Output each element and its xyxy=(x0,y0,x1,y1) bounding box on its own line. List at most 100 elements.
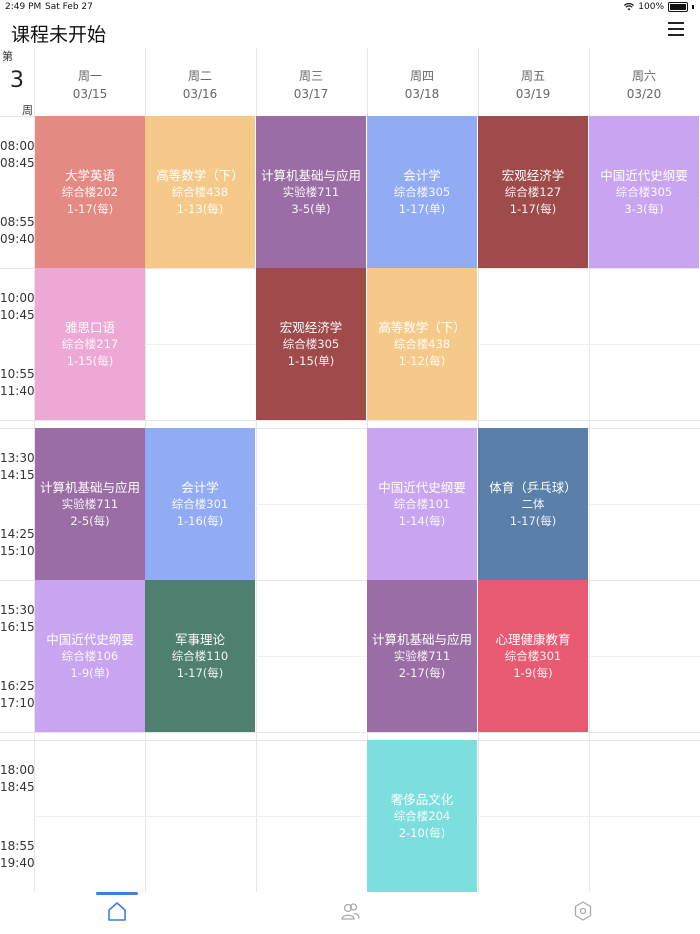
course-card[interactable]: 宏观经济学 综合楼305 1-15(单) xyxy=(256,268,366,420)
course-room: 综合楼204 xyxy=(393,808,451,823)
course-card[interactable]: 心理健康教育 综合楼301 1-9(每) xyxy=(478,580,588,732)
course-name: 计算机基础与应用 xyxy=(39,479,140,495)
week-indicator[interactable]: 第 3 周 xyxy=(0,48,34,117)
course-card[interactable]: 计算机基础与应用 实验楼711 3-5(单) xyxy=(256,116,366,268)
tab-people[interactable] xyxy=(338,900,362,922)
period-end: 17:10 xyxy=(0,696,35,710)
battery-icon xyxy=(668,2,688,12)
status-right: 100% xyxy=(624,2,694,12)
course-weeks: 1-17(单) xyxy=(398,201,446,216)
course-room: 实验楼711 xyxy=(393,648,451,663)
day-header[interactable]: 周六 03/20 xyxy=(589,48,699,116)
period-end: 16:15 xyxy=(0,620,35,634)
period-end: 14:15 xyxy=(0,468,35,482)
battery-tip xyxy=(692,5,694,9)
course-weeks: 2-10(每) xyxy=(398,825,446,840)
period-time: 16:25 17:10 xyxy=(0,678,35,712)
tab-settings[interactable] xyxy=(571,900,595,922)
day-date: 03/19 xyxy=(515,87,551,101)
day-date: 03/18 xyxy=(404,87,440,101)
course-card[interactable]: 高等数学（下） 综合楼438 1-12(每) xyxy=(367,268,477,420)
day-name: 周一 xyxy=(77,69,102,83)
day-header[interactable]: 周三 03/17 xyxy=(256,48,366,116)
course-weeks: 1-15(单) xyxy=(287,353,335,368)
course-weeks: 1-16(每) xyxy=(176,513,224,528)
course-room: 综合楼202 xyxy=(61,184,119,199)
course-card[interactable]: 中国近代史纲要 综合楼305 3-3(每) xyxy=(589,116,699,268)
course-name: 会计学 xyxy=(181,479,219,495)
period-start: 18:00 xyxy=(0,763,35,777)
course-room: 综合楼305 xyxy=(282,336,340,351)
course-room: 综合楼217 xyxy=(61,336,119,351)
period-start: 10:55 xyxy=(0,367,35,381)
course-name: 奢侈品文化 xyxy=(390,791,454,807)
course-room: 综合楼305 xyxy=(393,184,451,199)
day-name: 周六 xyxy=(631,69,656,83)
period-time: 08:55 09:40 xyxy=(0,214,35,248)
course-name: 计算机基础与应用 xyxy=(260,167,361,183)
course-card[interactable]: 体育（乒乓球） 二体 1-17(每) xyxy=(478,428,588,580)
course-weeks: 1-17(每) xyxy=(176,665,224,680)
day-header[interactable]: 周二 03/16 xyxy=(145,48,255,116)
course-name: 宏观经济学 xyxy=(501,167,565,183)
week-prefix: 第 xyxy=(2,50,13,63)
period-time: 14:25 15:10 xyxy=(0,526,35,560)
period-time: 13:30 14:15 xyxy=(0,450,35,484)
course-card[interactable]: 雅思口语 综合楼217 1-15(每) xyxy=(35,268,145,420)
timetable-grid: 第 3 周 周一 03/15 周二 03/16 周三 03/17 周四 03/18 周五 03/1… xyxy=(0,48,700,892)
status-date: Sat Feb 27 xyxy=(45,2,93,12)
course-weeks: 1-9(每) xyxy=(513,665,553,680)
day-header[interactable]: 周一 03/15 xyxy=(35,48,145,116)
people-icon xyxy=(341,903,360,920)
period-start: 10:00 xyxy=(0,291,35,305)
hexagon-settings-icon xyxy=(574,901,592,921)
course-card[interactable]: 大学英语 综合楼202 1-17(每) xyxy=(35,116,145,268)
course-room: 综合楼101 xyxy=(393,496,451,511)
status-bar: 2:49 PM Sat Feb 27 100% xyxy=(0,0,700,14)
course-card[interactable]: 军事理论 综合楼110 1-17(每) xyxy=(145,580,255,732)
day-header[interactable]: 周四 03/18 xyxy=(367,48,477,116)
course-room: 综合楼301 xyxy=(504,648,562,663)
day-header[interactable]: 周五 03/19 xyxy=(478,48,588,116)
course-room: 综合楼301 xyxy=(171,496,229,511)
course-name: 心理健康教育 xyxy=(495,631,571,647)
course-card[interactable]: 会计学 综合楼301 1-16(每) xyxy=(145,428,255,580)
course-weeks: 1-17(每) xyxy=(509,201,557,216)
course-card[interactable]: 计算机基础与应用 实验楼711 2-5(每) xyxy=(35,428,145,580)
grid-row-line xyxy=(0,420,700,421)
course-card[interactable]: 宏观经济学 综合楼127 1-17(每) xyxy=(478,116,588,268)
course-name: 高等数学（下） xyxy=(156,167,244,183)
course-weeks: 1-12(每) xyxy=(398,353,446,368)
period-end: 15:10 xyxy=(0,544,35,558)
course-room: 综合楼305 xyxy=(615,184,673,199)
course-weeks: 1-15(每) xyxy=(66,353,114,368)
course-weeks: 3-3(每) xyxy=(624,201,664,216)
page-title: 课程未开始 xyxy=(11,24,107,46)
week-number: 3 xyxy=(10,68,24,93)
course-name: 会计学 xyxy=(403,167,441,183)
course-card[interactable]: 高等数学（下） 综合楼438 1-13(每) xyxy=(145,116,255,268)
course-card[interactable]: 计算机基础与应用 实验楼711 2-17(每) xyxy=(367,580,477,732)
course-name: 中国近代史纲要 xyxy=(378,479,466,495)
period-start: 14:25 xyxy=(0,527,35,541)
grid-row-line xyxy=(0,732,700,733)
period-end: 09:40 xyxy=(0,232,35,246)
day-name: 周五 xyxy=(520,69,545,83)
menu-icon[interactable] xyxy=(668,22,684,36)
course-card[interactable]: 会计学 综合楼305 1-17(单) xyxy=(367,116,477,268)
period-end: 08:45 xyxy=(0,156,35,170)
period-start: 08:00 xyxy=(0,139,35,153)
course-card[interactable]: 中国近代史纲要 综合楼106 1-9(单) xyxy=(35,580,145,732)
wifi-icon xyxy=(624,3,635,11)
course-card[interactable]: 奢侈品文化 综合楼204 2-10(每) xyxy=(367,740,477,892)
tab-home[interactable] xyxy=(105,900,129,922)
course-name: 体育（乒乓球） xyxy=(489,479,577,495)
course-name: 雅思口语 xyxy=(64,319,115,335)
course-card[interactable]: 中国近代史纲要 综合楼101 1-14(每) xyxy=(367,428,477,580)
period-end: 18:45 xyxy=(0,780,35,794)
course-name: 中国近代史纲要 xyxy=(46,631,134,647)
course-room: 实验楼711 xyxy=(61,496,119,511)
day-date: 03/17 xyxy=(293,87,329,101)
course-name: 计算机基础与应用 xyxy=(371,631,472,647)
period-end: 19:40 xyxy=(0,856,35,870)
